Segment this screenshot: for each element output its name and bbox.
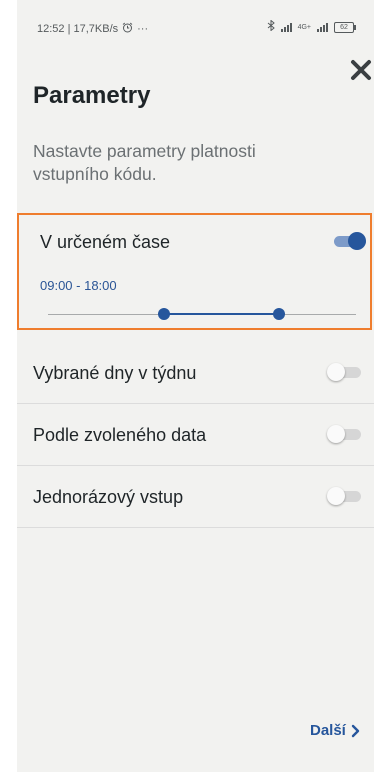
option-date-label: Podle zvoleného data — [33, 425, 207, 445]
next-button-label: Další — [310, 722, 346, 739]
battery-icon: 62 — [334, 21, 356, 33]
toggle-knob — [327, 363, 345, 381]
network-type-label: 4G+ — [297, 23, 311, 31]
option-time-window-label: V určeném čase — [40, 232, 171, 252]
option-time-window-toggle[interactable] — [332, 230, 368, 252]
signal-icon-2 — [317, 22, 328, 32]
signal-icon — [280, 22, 292, 32]
toggle-knob — [327, 425, 345, 443]
option-single-entry-label: Jednorázový vstup — [33, 487, 184, 507]
page-title: Parametry — [33, 82, 151, 109]
more-dots: ··· — [137, 23, 149, 35]
time-range-value: 09:00 - 18:00 — [40, 278, 117, 293]
alarm-clock-icon — [122, 22, 133, 36]
status-right: 4G+ 62 — [267, 19, 356, 34]
divider — [17, 527, 374, 528]
slider-selected-range — [163, 313, 279, 315]
option-weekdays-toggle[interactable] — [327, 361, 363, 383]
slider-end-handle[interactable] — [273, 308, 285, 320]
option-single-entry-toggle[interactable] — [327, 485, 363, 507]
status-left: 12:52 | 17,7KB/s ··· — [37, 22, 148, 36]
close-icon — [351, 60, 371, 80]
status-time-speed: 12:52 | 17,7KB/s — [37, 23, 119, 35]
time-range-slider[interactable] — [48, 305, 356, 325]
toggle-knob — [327, 487, 345, 505]
status-bar: 12:52 | 17,7KB/s ··· 4G+ 62 — [17, 0, 374, 60]
toggle-knob — [348, 232, 366, 250]
slider-start-handle[interactable] — [157, 308, 170, 320]
page-subtitle: Nastavte parametry platnosti vstupního k… — [33, 141, 256, 184]
option-date-toggle[interactable] — [327, 423, 363, 445]
bluetooth-icon — [267, 19, 275, 34]
chevron-right-icon — [351, 724, 360, 737]
next-button[interactable]: Další — [310, 722, 360, 739]
close-button[interactable] — [348, 57, 374, 83]
option-weekdays-label: Vybrané dny v týdnu — [33, 363, 197, 383]
screen: 12:52 | 17,7KB/s ··· 4G+ 62 Parametry Na… — [0, 0, 374, 772]
